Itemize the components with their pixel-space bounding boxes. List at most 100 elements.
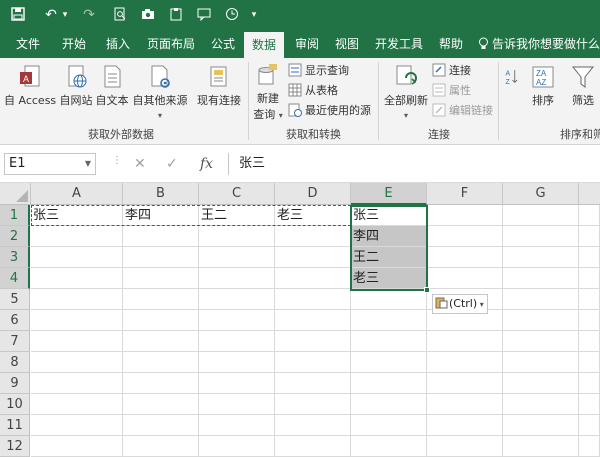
tab-home[interactable]: 开始 <box>52 30 96 58</box>
undo-dropdown-icon[interactable]: ▾ <box>60 5 70 25</box>
from-web-button[interactable]: 自网站 <box>58 64 94 108</box>
column-header-c[interactable]: C <box>199 183 275 205</box>
customize-qat-icon[interactable]: ▾ <box>248 5 260 25</box>
cell-d7[interactable] <box>275 331 351 352</box>
clipboard-icon[interactable] <box>166 5 186 25</box>
column-header-d[interactable]: D <box>275 183 351 205</box>
recent-sources-button[interactable]: 最近使用的源 <box>288 102 371 120</box>
tab-file[interactable]: 文件 <box>6 30 50 58</box>
cell-c4[interactable] <box>199 268 275 289</box>
cell-e6[interactable] <box>351 310 427 331</box>
row-header-12[interactable]: 12 <box>0 436 30 457</box>
filter-button[interactable]: 筛选 <box>566 64 600 108</box>
cell-f1[interactable] <box>427 205 503 226</box>
paste-options-button[interactable]: (Ctrl) ▾ <box>432 294 488 314</box>
cell-f12[interactable] <box>427 436 503 457</box>
row-header-7[interactable]: 7 <box>0 331 30 352</box>
cell-e1[interactable]: 张三 <box>351 205 427 226</box>
cell-e12[interactable] <box>351 436 427 457</box>
cell-d11[interactable] <box>275 415 351 436</box>
cell-g2[interactable] <box>503 226 579 247</box>
existing-connections-button[interactable]: 现有连接 <box>194 64 244 108</box>
cell-e8[interactable] <box>351 352 427 373</box>
cell-h2[interactable] <box>579 226 600 247</box>
cell-h3[interactable] <box>579 247 600 268</box>
tab-developer[interactable]: 开发工具 <box>370 30 428 58</box>
cell-f7[interactable] <box>427 331 503 352</box>
cell-e10[interactable] <box>351 394 427 415</box>
cell-c1[interactable]: 王二 <box>199 205 275 226</box>
cell-g11[interactable] <box>503 415 579 436</box>
column-header-e[interactable]: E <box>351 183 427 205</box>
from-table-button[interactable]: 从表格 <box>288 82 338 100</box>
cell-b6[interactable] <box>123 310 199 331</box>
row-header-5[interactable]: 5 <box>0 289 30 310</box>
cell-c10[interactable] <box>199 394 275 415</box>
properties-button[interactable]: 属性 <box>432 82 471 100</box>
cell-b1[interactable]: 李四 <box>123 205 199 226</box>
cancel-icon[interactable]: ✕ <box>134 153 146 175</box>
cell-g3[interactable] <box>503 247 579 268</box>
cell-b8[interactable] <box>123 352 199 373</box>
new-query-button[interactable]: 新建 查询 ▾ <box>252 62 284 122</box>
cell-d1[interactable]: 老三 <box>275 205 351 226</box>
cell-e9[interactable] <box>351 373 427 394</box>
print-preview-icon[interactable] <box>110 5 130 25</box>
cell-a12[interactable] <box>31 436 123 457</box>
cell-b4[interactable] <box>123 268 199 289</box>
cell-f10[interactable] <box>427 394 503 415</box>
cell-h4[interactable] <box>579 268 600 289</box>
cell-b3[interactable] <box>123 247 199 268</box>
tab-insert[interactable]: 插入 <box>98 30 138 58</box>
cell-g6[interactable] <box>503 310 579 331</box>
cell-b2[interactable] <box>123 226 199 247</box>
cell-f2[interactable] <box>427 226 503 247</box>
cell-g8[interactable] <box>503 352 579 373</box>
row-header-9[interactable]: 9 <box>0 373 30 394</box>
cell-d6[interactable] <box>275 310 351 331</box>
row-header-1[interactable]: 1 <box>0 205 30 226</box>
cell-e7[interactable] <box>351 331 427 352</box>
from-other-sources-button[interactable]: 自其他来源 ▾ <box>130 64 190 121</box>
tab-page-layout[interactable]: 页面布局 <box>140 30 202 58</box>
cell-d4[interactable] <box>275 268 351 289</box>
cell-h12[interactable] <box>579 436 600 457</box>
cell-g12[interactable] <box>503 436 579 457</box>
cell-d8[interactable] <box>275 352 351 373</box>
cell-e11[interactable] <box>351 415 427 436</box>
cell-h10[interactable] <box>579 394 600 415</box>
cell-h7[interactable] <box>579 331 600 352</box>
cell-h1[interactable] <box>579 205 600 226</box>
cell-a9[interactable] <box>31 373 123 394</box>
tab-help[interactable]: 帮助 <box>432 30 470 58</box>
cell-a8[interactable] <box>31 352 123 373</box>
cell-c11[interactable] <box>199 415 275 436</box>
cell-b7[interactable] <box>123 331 199 352</box>
cell-b9[interactable] <box>123 373 199 394</box>
name-box[interactable]: E1 ▼ <box>4 153 96 175</box>
cell-b10[interactable] <box>123 394 199 415</box>
from-text-button[interactable]: 自文本 <box>94 64 130 108</box>
row-header-11[interactable]: 11 <box>0 415 30 436</box>
cell-a2[interactable] <box>31 226 123 247</box>
cell-c2[interactable] <box>199 226 275 247</box>
from-access-button[interactable]: A 自 Access <box>4 64 56 108</box>
cell-h5[interactable] <box>579 289 600 310</box>
cell-c6[interactable] <box>199 310 275 331</box>
cell-d5[interactable] <box>275 289 351 310</box>
cell-e5[interactable] <box>351 289 427 310</box>
cell-d12[interactable] <box>275 436 351 457</box>
tab-review[interactable]: 审阅 <box>288 30 326 58</box>
redo-icon[interactable]: ↷ <box>80 5 98 25</box>
formula-input[interactable]: 张三 <box>228 153 600 175</box>
cell-e2[interactable]: 李四 <box>351 226 427 247</box>
column-header-b[interactable]: B <box>123 183 199 205</box>
sort-button[interactable]: ZA AZ 排序 <box>528 64 558 108</box>
cell-d3[interactable] <box>275 247 351 268</box>
undo-icon[interactable]: ↶ <box>42 5 60 25</box>
connections-button[interactable]: 连接 <box>432 62 471 80</box>
comment-icon[interactable] <box>194 5 214 25</box>
column-header-f[interactable]: F <box>427 183 503 205</box>
cell-c7[interactable] <box>199 331 275 352</box>
cell-b5[interactable] <box>123 289 199 310</box>
